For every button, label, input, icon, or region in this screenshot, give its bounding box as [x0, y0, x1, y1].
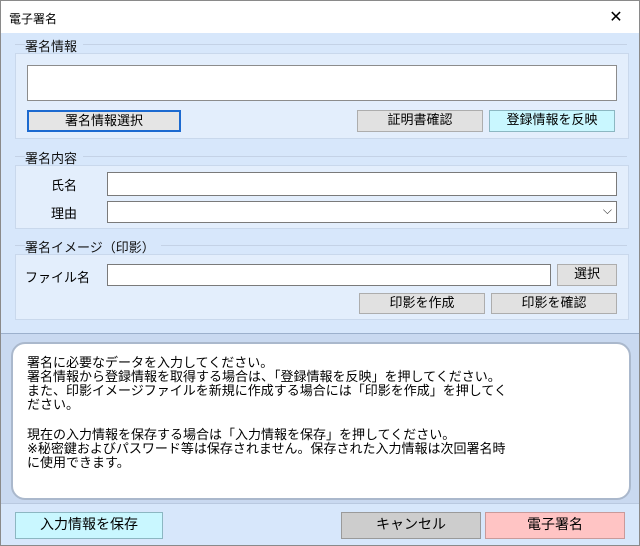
message-line: 署名に必要なデータを入力してください。 — [27, 356, 274, 371]
name-field[interactable] — [107, 172, 617, 196]
dialog-window: 電子署名 ✕ 署名情報 署名情報選択 証明書確認 登録情報を反映 署名内容 氏名… — [0, 0, 640, 546]
file-name-label: ファイル名 — [25, 271, 91, 286]
title-bar: 電子署名 ✕ — [1, 1, 639, 33]
sign-info-field[interactable] — [27, 65, 617, 101]
reason-select[interactable]: ⌵ — [107, 201, 617, 223]
message-box: 署名に必要なデータを入力してください。 署名情報から登録情報を取得する場合は、「… — [11, 342, 631, 500]
close-icon[interactable]: ✕ — [593, 1, 639, 33]
save-input-button[interactable]: 入力情報を保存 — [15, 512, 163, 539]
confirm-seal-button[interactable]: 印影を確認 — [491, 293, 617, 314]
browse-file-button[interactable]: 選択 — [557, 264, 617, 286]
message-line: 署名情報から登録情報を取得する場合は、「登録情報を反映」を押してください。 — [27, 370, 501, 385]
message-area: 署名に必要なデータを入力してください。 署名情報から登録情報を取得する場合は、「… — [1, 333, 639, 504]
message-line: また、印影イメージファイルを新規に作成する場合には「印影を作成」を押してく — [27, 384, 507, 399]
create-seal-button[interactable]: 印影を作成 — [359, 293, 485, 314]
file-name-field[interactable] — [107, 264, 551, 286]
message-line: ※秘密鍵およびパスワード等は保存されません。保存された入力情報は次回署名時 — [27, 442, 506, 457]
footer-bar: 入力情報を保存 キャンセル 電子署名 — [1, 503, 639, 545]
reason-label: 理由 — [51, 207, 78, 222]
message-line: 現在の入力情報を保存する場合は「入力情報を保存」を押してください。 — [27, 428, 456, 443]
chevron-down-icon: ⌵ — [602, 203, 612, 217]
certificate-check-button[interactable]: 証明書確認 — [357, 110, 483, 132]
message-line: ださい。 — [27, 398, 80, 413]
form-panel: 署名情報 署名情報選択 証明書確認 登録情報を反映 署名内容 氏名 理由 ⌵ 署… — [1, 33, 639, 333]
reflect-registration-button[interactable]: 登録情報を反映 — [489, 110, 615, 132]
select-sign-info-button[interactable]: 署名情報選択 — [27, 110, 181, 132]
sign-content-group-line — [15, 156, 627, 157]
sign-button[interactable]: 電子署名 — [485, 512, 625, 539]
window-title: 電子署名 — [9, 12, 58, 26]
message-line: に使用できます。 — [27, 456, 130, 471]
cancel-button[interactable]: キャンセル — [341, 512, 481, 539]
name-label: 氏名 — [51, 179, 78, 194]
sign-info-group-line — [15, 44, 627, 45]
